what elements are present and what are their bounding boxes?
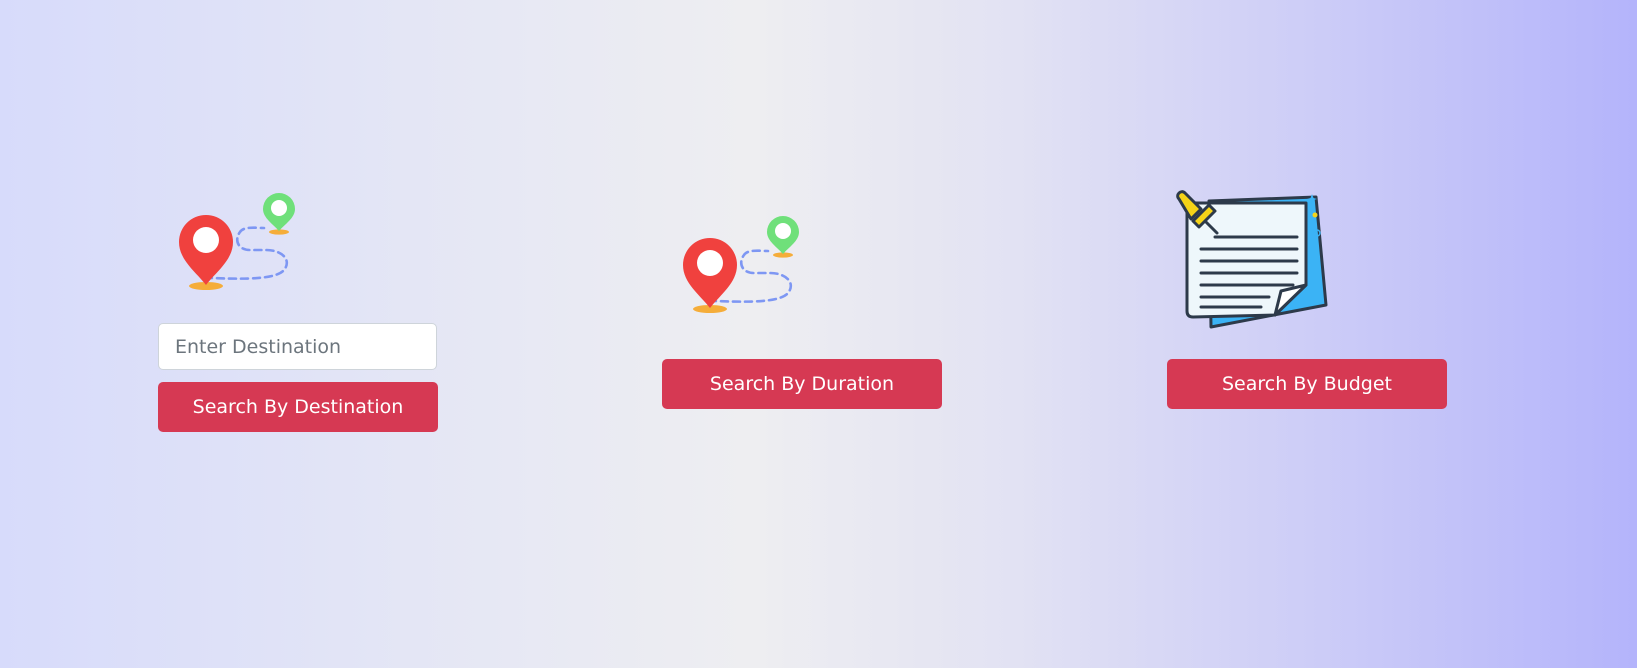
notepad-pin-icon bbox=[1176, 190, 1328, 329]
destination-input[interactable] bbox=[158, 323, 437, 370]
route-map-pins-icon bbox=[179, 193, 295, 290]
search-by-budget-button[interactable]: Search By Budget bbox=[1167, 359, 1447, 409]
search-by-duration-button[interactable]: Search By Duration bbox=[662, 359, 942, 409]
search-by-destination-button[interactable]: Search By Destination bbox=[158, 382, 438, 432]
route-map-pins-icon bbox=[683, 216, 799, 313]
